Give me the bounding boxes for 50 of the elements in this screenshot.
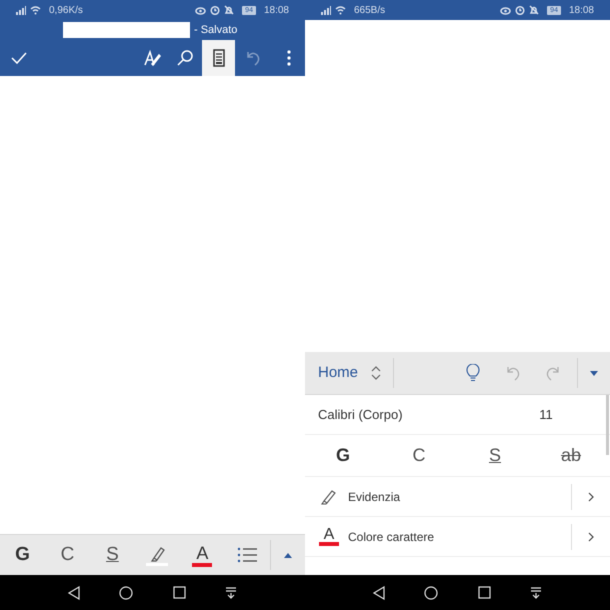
home-icon[interactable] (424, 586, 438, 600)
caret-down-icon (590, 370, 598, 376)
italic-button[interactable]: C (381, 435, 457, 476)
eye-icon (195, 6, 206, 14)
italic-button[interactable]: C (44, 535, 90, 575)
underline-button[interactable]: S (457, 435, 533, 476)
wifi-icon (30, 6, 41, 14)
network-speed: 0,96K/s (49, 4, 83, 18)
search-icon (176, 49, 194, 67)
muted-bell-icon (529, 5, 540, 15)
recents-icon[interactable] (478, 586, 491, 599)
view-button[interactable] (202, 40, 235, 76)
back-icon[interactable] (68, 586, 80, 600)
highlight-row[interactable]: Evidenzia (305, 477, 610, 517)
status-time: 18:08 (264, 4, 289, 18)
font-name-field[interactable]: Calibri (Corpo) (318, 404, 535, 424)
back-icon[interactable] (372, 586, 385, 600)
signal-icon (321, 6, 331, 14)
notification-pull-icon[interactable] (530, 586, 542, 598)
undo-icon (505, 365, 521, 381)
bold-button[interactable]: G (305, 435, 381, 476)
chevron-right-icon (588, 532, 594, 542)
lightbulb-icon (466, 364, 480, 382)
font-size-field[interactable]: 11 (535, 404, 557, 424)
bold-button[interactable]: G (0, 535, 45, 575)
status-time: 18:08 (568, 4, 594, 18)
redo-icon (545, 365, 561, 381)
font-color-button[interactable]: A (180, 535, 225, 575)
bullet-list-icon (237, 546, 258, 564)
document-title: - Salvato (194, 22, 238, 38)
chevron-right-icon (588, 492, 594, 502)
caret-up-icon (284, 552, 292, 558)
scrollbar (606, 395, 609, 455)
highlighter-icon (320, 488, 338, 504)
home-icon[interactable] (119, 586, 134, 600)
network-speed: 665B/s (354, 4, 386, 18)
signal-icon (16, 6, 26, 14)
more-icon (286, 50, 290, 66)
strike-button[interactable]: ab (533, 435, 609, 476)
underline-button[interactable]: S (90, 535, 135, 575)
notification-pull-icon[interactable] (225, 586, 238, 598)
alarm-clock-icon (515, 5, 526, 15)
alarm-clock-icon (210, 5, 220, 15)
chevron-up-down-icon (371, 366, 382, 380)
pen-letter-icon (142, 49, 160, 67)
wifi-icon (335, 6, 346, 14)
recents-icon[interactable] (172, 586, 186, 599)
font-color-row[interactable]: A Colore carattere (305, 517, 610, 557)
muted-bell-icon (224, 5, 234, 15)
eye-icon (500, 6, 512, 14)
